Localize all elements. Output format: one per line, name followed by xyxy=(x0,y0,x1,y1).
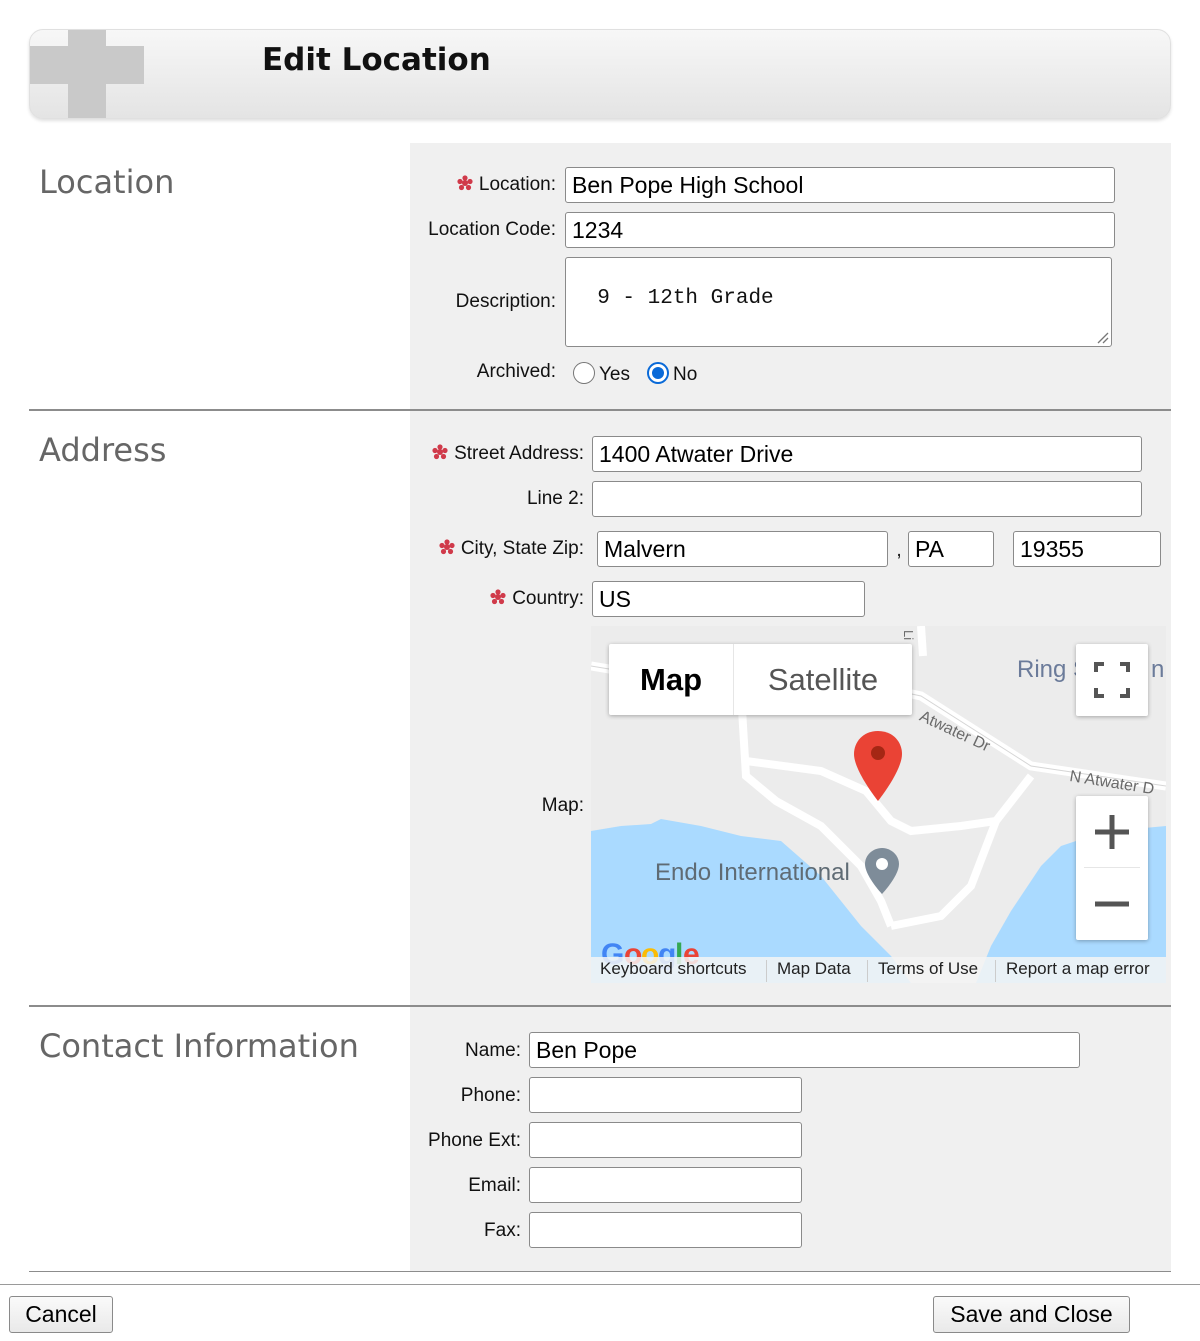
required-icon xyxy=(432,444,448,460)
map-type-map-button[interactable]: Map xyxy=(609,644,734,715)
page-title: Edit Location xyxy=(262,42,491,78)
footer-separator xyxy=(995,960,996,982)
map-type-satellite-button[interactable]: Satellite xyxy=(734,644,912,715)
place-label[interactable]: Endo International xyxy=(655,859,850,887)
archived-label: Archived: xyxy=(476,361,556,382)
zoom-out-icon[interactable] xyxy=(1076,868,1148,940)
description-label: Description: xyxy=(455,291,556,312)
contact-name-input[interactable]: Ben Pope xyxy=(529,1032,1080,1068)
city-input[interactable]: Malvern xyxy=(597,531,888,567)
report-map-error-link[interactable]: Report a map error xyxy=(1006,959,1150,979)
archived-no-option[interactable]: No xyxy=(647,362,697,386)
plus-logo-icon xyxy=(30,30,144,118)
map-type-control: Map Satellite xyxy=(609,644,912,715)
footer-separator xyxy=(867,960,868,982)
location-code-label: Location Code: xyxy=(428,219,556,240)
comma-separator: , xyxy=(896,540,902,561)
dialog-header: Edit Location xyxy=(29,29,1171,119)
archived-yes-option[interactable]: Yes xyxy=(573,362,630,386)
contact-name-label: Name: xyxy=(465,1040,521,1061)
email-label: Email: xyxy=(468,1175,521,1196)
email-input[interactable] xyxy=(529,1167,802,1203)
ring-label-tail: n xyxy=(1151,656,1165,683)
fax-label: Fax: xyxy=(484,1220,521,1241)
street-address-label: Street Address: xyxy=(420,443,584,465)
fullscreen-button[interactable] xyxy=(1076,644,1148,716)
save-and-close-button[interactable]: Save and Close xyxy=(933,1296,1130,1333)
zip-input[interactable]: 19355 xyxy=(1013,531,1161,567)
location-input[interactable]: Ben Pope High School xyxy=(565,167,1115,203)
zoom-control xyxy=(1076,796,1148,940)
dialog-footer: Cancel Save and Close xyxy=(0,1284,1200,1341)
required-icon xyxy=(490,589,506,605)
required-icon xyxy=(439,539,455,555)
archived-no-radio[interactable] xyxy=(647,362,669,384)
zoom-in-icon[interactable] xyxy=(1076,796,1148,868)
terms-of-use-link[interactable]: Terms of Use xyxy=(878,959,978,979)
city-state-zip-label: City, State Zip: xyxy=(420,538,584,560)
cancel-button[interactable]: Cancel xyxy=(9,1296,113,1333)
archived-no-text: No xyxy=(673,364,698,385)
location-section-title: Location xyxy=(39,163,175,201)
section-divider xyxy=(29,1271,1171,1272)
map-data-link[interactable]: Map Data xyxy=(777,959,851,979)
footer-separator xyxy=(766,960,767,982)
line2-input[interactable] xyxy=(592,481,1142,517)
fullscreen-icon xyxy=(1094,662,1130,698)
archived-yes-radio[interactable] xyxy=(573,362,595,384)
fax-input[interactable] xyxy=(529,1212,802,1248)
phone-label: Phone: xyxy=(460,1085,521,1106)
map-label: Map: xyxy=(541,795,584,816)
phone-ext-label: Phone Ext: xyxy=(428,1130,521,1151)
road-top-label: Li xyxy=(901,630,916,641)
location-code-input[interactable]: 1234 xyxy=(565,212,1115,248)
location-label: Location: xyxy=(400,174,556,196)
line2-label: Line 2: xyxy=(526,488,584,509)
contact-section-title: Contact Information xyxy=(39,1027,359,1065)
map-footer: Keyboard shortcuts Map Data Terms of Use… xyxy=(591,957,1166,983)
street-address-input[interactable]: 1400 Atwater Drive xyxy=(592,436,1142,472)
description-textarea[interactable]: 9 - 12th Grade xyxy=(565,257,1112,347)
phone-input[interactable] xyxy=(529,1077,802,1113)
address-section-title: Address xyxy=(39,431,167,469)
resize-grip-icon[interactable] xyxy=(1095,330,1109,344)
state-input[interactable]: PA xyxy=(908,531,994,567)
required-icon xyxy=(457,175,473,191)
archived-yes-text: Yes xyxy=(599,364,630,385)
location-map[interactable]: G o o g l e Endo International Ring S n … xyxy=(591,626,1166,983)
description-text: 9 - 12th Grade xyxy=(597,287,774,310)
phone-ext-input[interactable] xyxy=(529,1122,802,1158)
keyboard-shortcuts-link[interactable]: Keyboard shortcuts xyxy=(600,959,746,979)
country-label: Country: xyxy=(420,588,584,610)
country-input[interactable]: US xyxy=(592,581,865,617)
